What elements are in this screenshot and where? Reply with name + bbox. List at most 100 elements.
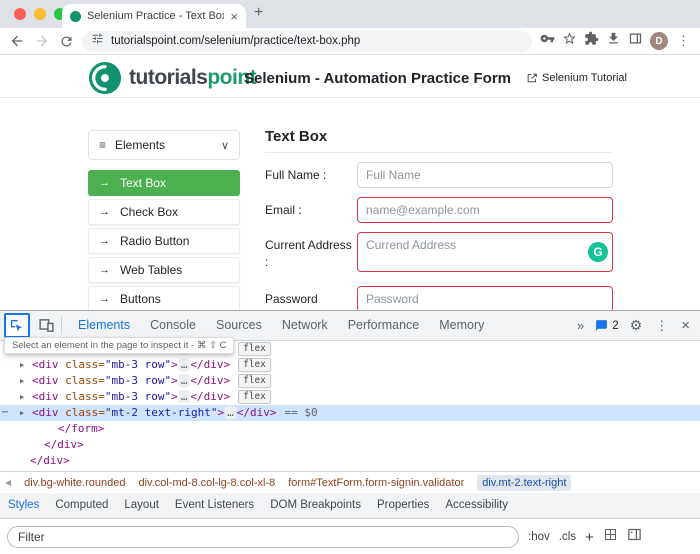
row-actions-icon[interactable]: ⋯ (2, 405, 9, 421)
tab-styles[interactable]: Styles (0, 493, 47, 519)
sidebar-item-text-box[interactable]: → Text Box (88, 170, 240, 196)
tab-strip: Selenium Practice - Text Box × + (0, 0, 700, 28)
tree-row[interactable]: </div> (0, 453, 700, 469)
sidebar-item-check-box[interactable]: → Check Box (88, 199, 240, 225)
expand-arrow-icon[interactable]: ▶ (20, 405, 32, 421)
new-style-rule-button[interactable]: + (585, 529, 594, 546)
class-toggle[interactable]: .cls (559, 531, 576, 543)
sidebar-item-radio-button[interactable]: → Radio Button (88, 228, 240, 254)
devtools-tab-sources[interactable]: Sources (206, 311, 272, 341)
password-input[interactable] (357, 286, 613, 310)
elements-tree: ▶<div class="mb-3 row">…</div>flex ▶<div… (0, 341, 700, 471)
inspect-element-button[interactable] (4, 313, 30, 338)
form-row: Current Address : G (265, 232, 613, 277)
collapsed-ellipsis[interactable]: … (179, 390, 190, 403)
tree-row[interactable]: </form> (0, 421, 700, 437)
sidebar-item-web-tables[interactable]: → Web Tables (88, 257, 240, 283)
styles-filter-bar: :hov .cls + (0, 519, 700, 554)
arrow-right-icon: → (99, 264, 110, 276)
devtools-close-icon[interactable]: × (681, 317, 690, 334)
expand-arrow-icon[interactable]: ▶ (20, 373, 32, 389)
downloads-icon[interactable] (606, 31, 621, 51)
collapsed-ellipsis[interactable]: … (179, 358, 190, 371)
page-title: Selenium - Automation Practice Form (190, 70, 565, 87)
devtools-tab-elements[interactable]: Elements (68, 311, 140, 341)
tree-row[interactable]: ▶<div class="mb-3 row">…</div>flex (0, 373, 700, 389)
full-name-input[interactable] (357, 162, 613, 188)
expand-arrow-icon[interactable]: ▶ (20, 389, 32, 405)
device-toolbar-button[interactable] (38, 317, 55, 334)
selenium-tutorial-link[interactable]: Selenium Tutorial (526, 72, 627, 84)
current-address-textarea[interactable] (357, 232, 613, 272)
browser-tab[interactable]: Selenium Practice - Text Box × (62, 4, 246, 28)
devtools-tab-console[interactable]: Console (140, 311, 206, 341)
site-settings-icon[interactable] (91, 32, 104, 50)
devtools-menu-icon[interactable]: ⋮ (653, 318, 670, 334)
devtools-tab-network[interactable]: Network (272, 311, 338, 341)
issues-bubble-icon (595, 319, 608, 332)
breadcrumb-scroll-left-icon[interactable]: ◀ (5, 478, 11, 487)
devtools-tab-performance[interactable]: Performance (338, 311, 430, 341)
elements-dropdown[interactable]: ≡ Elements ∨ (88, 130, 240, 160)
styles-tab-bar: Styles Computed Layout Event Listeners D… (0, 493, 700, 519)
tutorialspoint-logo-icon (88, 61, 122, 95)
breadcrumb-item-selected[interactable]: div.mt-2.text-right (477, 475, 571, 491)
forward-button[interactable] (34, 33, 50, 49)
tab-favicon-icon (70, 11, 81, 22)
email-input[interactable] (357, 197, 613, 223)
form-title-divider (265, 152, 613, 153)
devtools-settings-icon[interactable]: ⚙ (630, 318, 643, 334)
window-close-button[interactable] (14, 8, 26, 20)
tab-close-icon[interactable]: × (230, 10, 238, 23)
breadcrumb-item[interactable]: div.col-md-8.col-lg-8.col-xl-8 (138, 477, 275, 489)
tab-accessibility[interactable]: Accessibility (437, 493, 516, 519)
tab-dom-breakpoints[interactable]: DOM Breakpoints (262, 493, 369, 519)
grammarly-icon[interactable]: G (588, 242, 608, 262)
flex-badge[interactable]: flex (238, 358, 271, 372)
new-tab-button[interactable]: + (254, 4, 263, 22)
chevron-down-icon: ∨ (221, 139, 229, 152)
bookmark-star-icon[interactable] (562, 31, 577, 51)
flex-badge[interactable]: flex (238, 390, 271, 404)
breadcrumb-item[interactable]: div.bg-white.rounded (24, 477, 125, 489)
arrow-right-icon: → (99, 206, 110, 218)
address-bar: tutorialspoint.com/selenium/practice/tex… (0, 28, 700, 55)
expand-arrow-icon[interactable]: ▶ (20, 357, 32, 373)
tree-row-selected[interactable]: ⋯ ▶<div class="mt-2 text-right">…</div>=… (0, 405, 700, 421)
flex-badge[interactable]: flex (238, 342, 271, 356)
elements-sidebar: ≡ Elements ∨ → Text Box → Check Box → Ra… (88, 130, 240, 310)
more-tabs-icon[interactable]: » (577, 318, 584, 333)
devtools-toolbar-right: » 2 ⚙ ⋮ × (577, 317, 690, 334)
devtools-tab-memory[interactable]: Memory (429, 311, 494, 341)
side-panel-icon[interactable] (628, 31, 643, 51)
passwords-key-icon[interactable] (540, 31, 555, 51)
tab-properties[interactable]: Properties (369, 493, 437, 519)
collapsed-ellipsis[interactable]: … (225, 406, 236, 419)
pseudo-state-toggle[interactable]: :hov (528, 531, 550, 543)
styles-filter-input[interactable] (7, 526, 519, 548)
toggle-sidebar-icon[interactable] (627, 527, 642, 547)
computed-styles-icon[interactable] (603, 527, 618, 547)
profile-avatar[interactable]: D (650, 32, 668, 50)
issues-counter[interactable]: 2 (595, 319, 618, 332)
back-button[interactable] (9, 33, 25, 49)
collapsed-ellipsis[interactable]: … (179, 374, 190, 387)
tree-row[interactable]: ▶<div class="mb-3 row">…</div>flex (0, 357, 700, 373)
arrow-right-icon: → (99, 293, 110, 305)
breadcrumb-item[interactable]: form#TextForm.form-signin.validator (288, 477, 464, 489)
extensions-puzzle-icon[interactable] (584, 31, 599, 51)
tab-layout[interactable]: Layout (116, 493, 167, 519)
tree-row[interactable]: ▶<div class="mb-3 row">…</div>flex (0, 389, 700, 405)
sidebar-item-buttons[interactable]: → Buttons (88, 286, 240, 310)
arrow-right-icon: → (99, 177, 110, 189)
flex-badge[interactable]: flex (238, 374, 271, 388)
external-link-icon (526, 72, 538, 84)
form-row: Password (265, 286, 613, 310)
window-minimize-button[interactable] (34, 8, 46, 20)
tab-event-listeners[interactable]: Event Listeners (167, 493, 262, 519)
url-bar[interactable]: tutorialspoint.com/selenium/practice/tex… (82, 31, 532, 52)
tab-computed[interactable]: Computed (47, 493, 116, 519)
browser-menu-icon[interactable]: ⋮ (675, 33, 692, 49)
tree-row[interactable]: </div> (0, 437, 700, 453)
reload-button[interactable] (59, 34, 74, 49)
